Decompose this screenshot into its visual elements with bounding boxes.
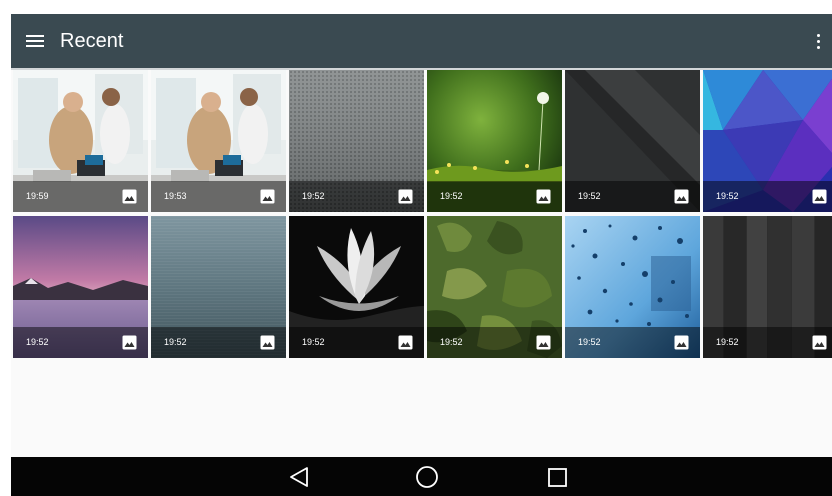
photo-caption-bar: 19:52 xyxy=(427,181,562,212)
photo-timestamp: 19:52 xyxy=(716,191,739,201)
photo-timestamp: 19:52 xyxy=(164,337,187,347)
photo-timestamp: 19:53 xyxy=(164,191,187,201)
photo-thumbnail[interactable]: 19:52 xyxy=(427,216,562,358)
image-type-icon xyxy=(812,335,827,350)
photo-caption-bar: 19:52 xyxy=(289,181,424,212)
more-vertical-icon[interactable] xyxy=(808,26,830,56)
photo-timestamp: 19:52 xyxy=(440,191,463,201)
page-title: Recent xyxy=(60,30,124,52)
photo-thumbnail[interactable]: 19:52 xyxy=(427,70,562,212)
photo-thumbnail[interactable]: 19:52 xyxy=(565,70,700,212)
photo-thumbnail[interactable]: 19:52 xyxy=(289,216,424,358)
photo-thumbnail[interactable]: 19:59 xyxy=(13,70,148,212)
photo-thumbnail[interactable]: 19:52 xyxy=(565,216,700,358)
photo-timestamp: 19:52 xyxy=(440,337,463,347)
image-type-icon xyxy=(674,335,689,350)
photo-thumbnail[interactable]: 19:52 xyxy=(703,216,832,358)
image-type-icon xyxy=(122,189,137,204)
photo-timestamp: 19:52 xyxy=(716,337,739,347)
image-type-icon xyxy=(536,335,551,350)
gallery-screen: Recent 19:59 19:53 19:52 19:52 19:52 19:… xyxy=(11,14,832,496)
photo-timestamp: 19:52 xyxy=(26,337,49,347)
image-type-icon xyxy=(674,189,689,204)
recents-square-icon[interactable] xyxy=(540,462,574,492)
photo-caption-bar: 19:52 xyxy=(565,327,700,358)
image-type-icon xyxy=(398,189,413,204)
app-toolbar: Recent xyxy=(11,14,832,68)
photo-thumbnail[interactable]: 19:52 xyxy=(13,216,148,358)
system-navigation-bar xyxy=(11,457,832,496)
photo-caption-bar: 19:59 xyxy=(13,181,148,212)
photo-timestamp: 19:52 xyxy=(302,337,325,347)
photo-caption-bar: 19:52 xyxy=(565,181,700,212)
photo-caption-bar: 19:52 xyxy=(151,327,286,358)
photo-timestamp: 19:59 xyxy=(26,191,49,201)
photo-thumbnail[interactable]: 19:53 xyxy=(151,70,286,212)
photo-caption-bar: 19:52 xyxy=(703,181,832,212)
photo-timestamp: 19:52 xyxy=(578,191,601,201)
image-type-icon xyxy=(122,335,137,350)
photo-caption-bar: 19:53 xyxy=(151,181,286,212)
image-type-icon xyxy=(536,189,551,204)
photo-caption-bar: 19:52 xyxy=(427,327,562,358)
photo-caption-bar: 19:52 xyxy=(703,327,832,358)
photo-thumbnail[interactable]: 19:52 xyxy=(289,70,424,212)
photo-grid: 19:59 19:53 19:52 19:52 19:52 19:52 19:5… xyxy=(13,70,832,360)
photo-timestamp: 19:52 xyxy=(302,191,325,201)
photo-thumbnail[interactable]: 19:52 xyxy=(703,70,832,212)
back-triangle-icon[interactable] xyxy=(283,462,317,492)
photo-caption-bar: 19:52 xyxy=(13,327,148,358)
image-type-icon xyxy=(398,335,413,350)
photo-caption-bar: 19:52 xyxy=(289,327,424,358)
image-type-icon xyxy=(260,189,275,204)
image-type-icon xyxy=(812,189,827,204)
photo-thumbnail[interactable]: 19:52 xyxy=(151,216,286,358)
photo-timestamp: 19:52 xyxy=(578,337,601,347)
home-circle-icon[interactable] xyxy=(410,462,444,492)
image-type-icon xyxy=(260,335,275,350)
hamburger-menu-icon[interactable] xyxy=(19,26,51,56)
